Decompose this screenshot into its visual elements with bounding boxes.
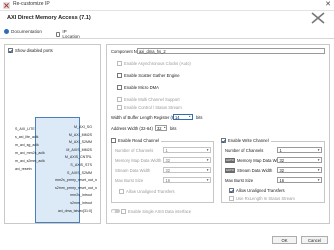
- info-icon: [4, 29, 9, 34]
- window-title: Re-customize IP: [13, 1, 50, 7]
- pin-right: mm2s_introut: [70, 193, 92, 198]
- pin-left: axi_resetn: [15, 167, 32, 171]
- chevron-down-icon: ▾: [206, 178, 209, 182]
- pin-right: M_AXIS_MM2S: [66, 147, 92, 152]
- write-burst-size-label: Max Burst Size: [225, 178, 254, 183]
- read-num-channels-label: Number of Channels: [115, 148, 154, 153]
- pin-left: m_axi_sg_aclk: [15, 143, 39, 147]
- write-unaligned-checkbox[interactable]: Allow Unaligned Transfers: [229, 188, 285, 193]
- read-burst-size-select: 16 ▾: [163, 177, 211, 183]
- pin-right: M_AXI_S2MM: [68, 140, 92, 145]
- read-unaligned-checkbox: Allow Unaligned Transfers: [119, 189, 175, 194]
- window-titlebar: Re-customize IP ✕: [0, 0, 334, 11]
- cancel-button[interactable]: Cancel: [301, 236, 328, 244]
- read-channel-checkbox[interactable]: Enable Read Channel: [111, 138, 161, 143]
- spinner-icon[interactable]: ▴: [189, 114, 191, 118]
- spinner-icon[interactable]: ▴: [164, 125, 166, 129]
- write-mm-width-select[interactable]: 32 ▾: [277, 157, 322, 163]
- read-burst-size-label: Max Burst Size: [115, 178, 144, 183]
- tab-label: Documentation: [11, 29, 42, 34]
- ip-title: AXI Direct Memory Access (7.1): [7, 15, 91, 21]
- vendor-logo-icon: [311, 12, 325, 24]
- pin-right: s2mm_prmry_reset_out_n: [55, 185, 97, 190]
- symbol-panel: Show disabled ports S_AXI_LITE s_axi_lite…: [4, 44, 101, 224]
- multi-channel-checkbox: Enable Multi Channel Support: [117, 97, 180, 102]
- chevron-down-icon: ▾: [317, 148, 320, 152]
- chevron-down-icon: ▾: [206, 168, 209, 172]
- buffer-length-label: Width of Buffer Length Register (8-26): [111, 115, 182, 120]
- auto-badge[interactable]: AUTO: [225, 168, 235, 173]
- auto-badge[interactable]: AUTO: [225, 158, 235, 163]
- address-width-label: Address Width (32-64): [111, 126, 153, 131]
- read-stream-width-select: 32 ▾: [163, 167, 211, 173]
- component-name-input[interactable]: axi_dma_hs_2: [137, 48, 325, 54]
- show-disabled-ports-checkbox[interactable]: Show disabled ports: [8, 48, 53, 53]
- pin-left: m_axi_mm2s_aclk: [15, 151, 45, 155]
- scatter-gather-checkbox[interactable]: Enable Scatter Gather Engine: [117, 73, 180, 78]
- chevron-down-icon: ▾: [206, 148, 209, 152]
- chevron-down-icon: ▾: [317, 178, 320, 182]
- write-num-channels-label: Number of Channels: [225, 148, 264, 153]
- async-clocks-checkbox: Enable Asynchronous Clocks (Auto): [117, 61, 191, 66]
- tab-divider: [0, 38, 334, 39]
- read-mm-width-label: Memory Map Data Width: [115, 158, 162, 163]
- pin-right: s2mm_introut: [70, 201, 92, 205]
- pin-right: axi_dma_tstvec[31:0]: [58, 208, 92, 213]
- pin-right: M_AXI_SG: [74, 125, 92, 129]
- micro-dma-checkbox[interactable]: Enable Micro DMA: [117, 85, 159, 90]
- write-burst-size-select[interactable]: 16 ▾: [277, 177, 322, 183]
- read-mm-width-select: 32 ▾: [163, 157, 211, 163]
- pin-right: S_AXIS_S2MM: [67, 170, 92, 175]
- config-panel: Component Name axi_dma_hs_2 Enable Async…: [106, 44, 330, 224]
- chevron-down-icon: ▾: [317, 168, 320, 172]
- pin-right: mm2s_prmry_reset_out_n: [55, 178, 97, 183]
- control-status-checkbox: Enable Control / Status Stream: [117, 105, 182, 110]
- pin-left: S_AXI_LITE: [15, 127, 35, 131]
- chevron-down-icon: ▾: [317, 158, 320, 162]
- pin-right: S_AXIS_STS: [70, 163, 92, 167]
- show-disabled-ports-label: Show disabled ports: [15, 48, 53, 53]
- chevron-down-icon: ▾: [206, 158, 209, 162]
- buffer-length-unit: bits: [196, 115, 203, 120]
- tab-documentation[interactable]: Documentation: [4, 29, 42, 34]
- rxlength-status-checkbox: Use RxLength In Status Stream: [229, 196, 295, 201]
- write-stream-width-label: Stream Data Width: [237, 168, 273, 173]
- pin-left: s_axi_lite_aclk: [15, 135, 39, 139]
- ok-button[interactable]: OK: [272, 236, 297, 244]
- address-width-unit: bits: [170, 126, 177, 131]
- folder-icon: [56, 31, 61, 37]
- write-channel-checkbox[interactable]: Enable Write Channel: [221, 138, 271, 143]
- write-num-channels-select[interactable]: 1 ▾: [277, 147, 322, 153]
- app-icon: [3, 2, 10, 9]
- read-stream-width-label: Stream Data Width: [115, 168, 151, 173]
- close-icon[interactable]: ✕: [325, 0, 331, 8]
- single-axi4-checkbox: Enable Single AXI4 Data interface: [121, 209, 191, 214]
- write-stream-width-select[interactable]: 32 ▾: [277, 167, 322, 173]
- pin-right: M_AXIS_CNTRL: [64, 155, 92, 160]
- single-axi4-toggle[interactable]: [111, 209, 120, 213]
- read-num-channels-select: 1 ▾: [163, 147, 211, 153]
- pin-left: m_axi_s2mm_aclk: [15, 159, 45, 163]
- checkbox-icon: [8, 48, 13, 53]
- pin-right: M_AXI_MM2S: [68, 132, 92, 137]
